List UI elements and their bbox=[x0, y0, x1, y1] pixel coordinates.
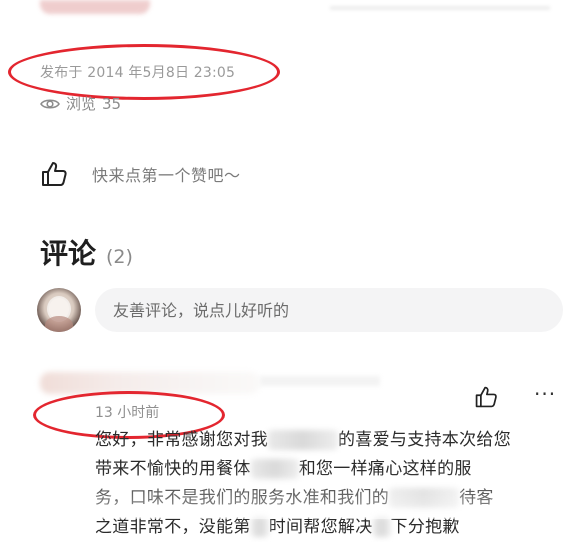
comments-header: 评论 (2) bbox=[40, 232, 133, 272]
views-count: 35 bbox=[102, 94, 122, 113]
blurred-commenter-meta bbox=[260, 376, 380, 386]
redacted-text bbox=[250, 517, 269, 537]
comments-title: 评论 bbox=[40, 237, 97, 270]
thumbs-up-icon bbox=[42, 162, 67, 186]
publish-time: 发布于 2014 年5月8日 23:05 bbox=[40, 65, 236, 81]
comment-line: 您好，非常感谢您对我 的喜爱与支持本次给您 bbox=[95, 426, 565, 455]
redacted-text bbox=[250, 459, 299, 479]
more-dots-icon[interactable]: ··· bbox=[534, 384, 556, 404]
comment-text: 待客 bbox=[459, 488, 494, 508]
comment-line: 带来不愉快的用餐体 和您一样痛心这样的服 bbox=[95, 455, 565, 484]
comment-text: 带来不愉快的用餐体 bbox=[95, 459, 251, 479]
comment-text: 之道非常不 bbox=[95, 517, 182, 537]
comment-input[interactable] bbox=[95, 288, 563, 332]
blurred-header-line bbox=[330, 6, 550, 10]
comment-text: 时间帮您解决 bbox=[268, 517, 373, 537]
comment-text: 的喜爱与支持本次给您 bbox=[338, 430, 511, 450]
like-prompt: 快来点第一个赞吧～ bbox=[92, 166, 241, 185]
comment-time: 13 小时前 bbox=[95, 405, 160, 421]
like-button[interactable]: 快来点第一个赞吧～ bbox=[40, 160, 241, 188]
blurred-header-fragment bbox=[40, 0, 150, 14]
comment-line: 务，口味不是我们的服务水准和我们的 待客 bbox=[95, 484, 565, 513]
comment-text: 下分抱歉 bbox=[390, 517, 460, 537]
redacted-text bbox=[389, 488, 460, 508]
comment-text: 务，口味不是我们的服务水准和我们的 bbox=[95, 488, 390, 508]
blurred-commenter-name bbox=[40, 372, 260, 394]
comment-compose bbox=[37, 288, 563, 332]
comment-text: 您好，非常感谢您对我 bbox=[95, 430, 268, 450]
views-label: 浏览 bbox=[66, 95, 97, 113]
eye-icon bbox=[40, 98, 60, 109]
comment-thumbs-up-icon[interactable] bbox=[474, 385, 498, 409]
comment-text: ，没能第 bbox=[181, 517, 251, 537]
redacted-text bbox=[268, 430, 338, 450]
comments-count: (2) bbox=[106, 246, 133, 268]
views-row: 浏览 35 bbox=[40, 93, 121, 114]
comment-line: 之道非常不，没能第 时间帮您解决 下分抱歉 bbox=[95, 513, 565, 542]
redacted-text bbox=[372, 517, 391, 537]
avatar[interactable] bbox=[37, 288, 81, 332]
comment-body: 您好，非常感谢您对我 的喜爱与支持本次给您 带来不愉快的用餐体 和您一样痛心这样的服… bbox=[95, 426, 565, 542]
comment-text: 和您一样痛心这样的服 bbox=[298, 459, 472, 479]
